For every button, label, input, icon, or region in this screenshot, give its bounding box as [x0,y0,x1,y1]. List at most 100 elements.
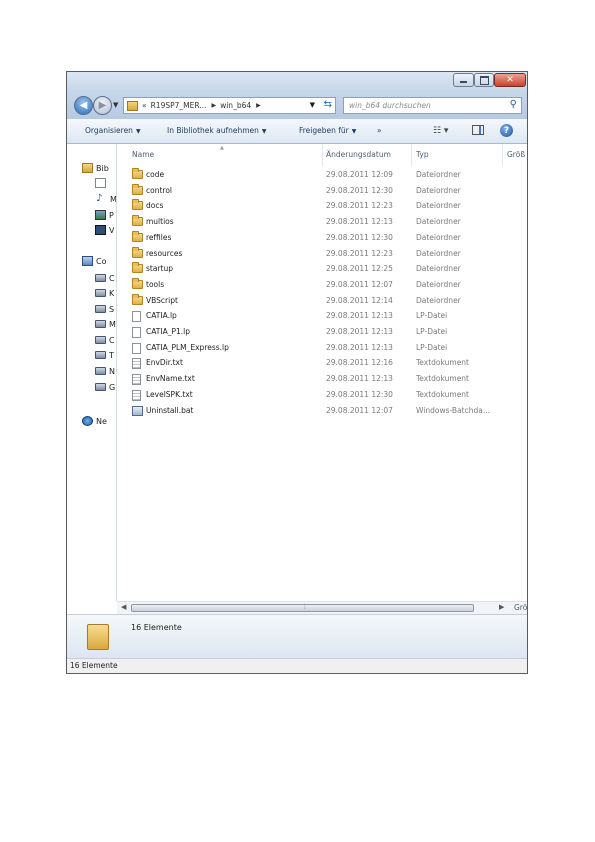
file-name: code [146,170,165,179]
address-bar[interactable]: « R19SP7_MER... ▶ win_b64 ▶ ▼ ⇆ [123,97,336,114]
folder-icon [132,293,143,305]
nav-pane-item[interactable]: G [95,381,115,393]
drive-icon [95,351,106,359]
nav-pane-label: G [109,382,116,392]
file-modified-date: 29.08.2011 12:07 [326,279,393,289]
file-type: Textdokument [416,389,469,399]
file-row[interactable]: control 29.08.2011 12:30 Dateiordner [117,183,527,199]
chevron-right-icon[interactable]: ▶ [211,102,216,109]
more-commands-button[interactable]: » [377,126,382,135]
organize-menu[interactable]: Organisieren ▼ [85,126,141,135]
nav-pane-item[interactable]: C [95,334,115,346]
minimize-button[interactable] [453,73,474,87]
file-type: LP-Datei [416,342,448,352]
nav-pane-item[interactable]: Ne [82,415,107,427]
file-row[interactable]: Uninstall.bat 29.08.2011 12:07 Windows-Bat… [117,404,527,419]
file-row[interactable]: multios 29.08.2011 12:13 Dateiordner [117,215,527,230]
chevron-right-icon[interactable]: ▶ [256,102,261,109]
address-row: ◀ ▶ ▼ « R19SP7_MER... ▶ win_b64 ▶ ▼ ⇆ wi… [67,92,527,119]
nav-pane-item[interactable]: Bib [82,162,109,174]
scroll-left-icon[interactable]: ◀ [121,603,126,611]
nav-pane-label: M [109,319,116,329]
breadcrumb-overflow[interactable]: « [142,101,147,110]
folder-icon [132,215,143,227]
close-button[interactable]: ✕ [494,73,526,87]
file-list: ▲ Name Änderungsdatum Typ Größ code 29.08… [117,144,527,601]
file-row[interactable]: EnvDir.txt 29.08.2011 12:16 Textdokument [117,356,527,371]
file-row[interactable]: LevelSPK.txt 29.08.2011 12:30 Textdokument [117,388,527,403]
search-icon[interactable]: ⚲ [510,99,517,110]
recent-pages-dropdown-icon[interactable]: ▼ [113,101,118,109]
close-icon: ✕ [506,75,514,85]
file-row[interactable]: reffiles 29.08.2011 12:30 Dateiordner [117,230,527,246]
column-divider[interactable] [502,144,503,166]
file-row[interactable]: tools 29.08.2011 12:07 Dateiordner [117,277,527,293]
breadcrumb-item[interactable]: R19SP7_MER... [151,101,207,110]
file-row[interactable]: startup 29.08.2011 12:25 Dateiordner [117,262,527,277]
maximize-button[interactable] [474,73,494,87]
scroll-right-icon[interactable]: ▶ [499,603,504,611]
address-dropdown-icon[interactable]: ▼ [310,101,315,109]
back-button[interactable]: ◀ [74,96,93,115]
details-pane: 16 Elemente [67,614,527,658]
search-input[interactable]: win_b64 durchsuchen ⚲ [343,97,522,114]
file-row[interactable]: CATIA_PLM_Express.lp 29.08.2011 12:13 LP-D… [117,341,527,356]
file-modified-date: 29.08.2011 12:13 [326,342,393,352]
file-row[interactable]: docs 29.08.2011 12:23 Dateiordner [117,199,527,214]
nav-pane-item[interactable]: M [95,318,116,330]
nav-pane-item[interactable]: ♪ M [96,193,116,205]
file-modified-date: 29.08.2011 12:07 [326,405,393,415]
nav-pane-item[interactable]: S [95,303,114,315]
file-name: EnvDir.txt [146,358,183,368]
nav-pane-item[interactable]: N [95,365,115,377]
column-header-name[interactable]: Name [132,150,154,159]
nav-pane-label: C [109,273,115,283]
column-header-size[interactable]: Größ [507,150,525,159]
column-header-date[interactable]: Änderungsdatum [326,150,391,159]
nav-pane-item[interactable]: Co [82,255,106,267]
scrollbar-thumb[interactable]: ⋮ [131,603,474,612]
file-type: Textdokument [416,358,469,368]
help-icon[interactable]: ? [500,124,513,137]
column-divider[interactable] [411,144,412,166]
network-icon [82,416,93,426]
preview-pane-icon[interactable] [472,125,484,135]
nav-pane-item[interactable] [95,177,109,189]
file-modified-date: 29.08.2011 12:30 [326,185,393,195]
sort-indicator-icon: ▲ [220,145,224,151]
file-type: Dateiordner [416,248,461,258]
breadcrumb-item[interactable]: win_b64 [220,101,251,110]
share-menu[interactable]: Freigeben für ▼ [299,126,356,135]
folder-icon [132,230,143,242]
nav-pane-item[interactable]: V [95,224,114,236]
drive-icon [95,305,106,313]
column-header-type[interactable]: Typ [416,150,429,159]
file-row[interactable]: resources 29.08.2011 12:23 Dateiordner [117,246,527,262]
forward-button[interactable]: ▶ [93,96,112,115]
libraries-icon [82,163,93,173]
column-divider[interactable] [322,144,323,166]
file-row[interactable]: EnvName.txt 29.08.2011 12:13 Textdokument [117,372,527,387]
music-icon: ♪ [96,193,103,204]
refresh-icon[interactable]: ⇆ [324,99,332,110]
nav-pane-item[interactable]: C [95,272,115,284]
file-modified-date: 29.08.2011 12:13 [326,311,393,321]
nav-pane-item[interactable]: T [95,349,114,361]
file-row[interactable]: CATIA_P1.lp 29.08.2011 12:13 LP-Datei [117,325,527,340]
file-row[interactable]: VBScript 29.08.2011 12:14 Dateiordner [117,293,527,309]
nav-pane-item[interactable]: P [95,209,114,221]
file-type: Dateiordner [416,279,461,289]
drive-icon [95,383,106,391]
file-modified-date: 29.08.2011 12:30 [326,232,393,242]
file-type: Dateiordner [416,264,461,274]
nav-pane-item[interactable]: K [95,287,114,299]
file-row[interactable]: code 29.08.2011 12:09 Dateiordner [117,168,527,183]
file-row[interactable]: CATIA.lp 29.08.2011 12:13 LP-Datei [117,309,527,324]
minimize-icon [460,81,467,83]
videos-icon [95,225,106,235]
file-name: reffiles [146,232,172,242]
folder-icon [132,277,143,289]
horizontal-scrollbar[interactable]: ◀ ⋮ ▶ Größ [117,601,527,614]
view-options-icon[interactable]: ☷ ▾ [433,126,448,136]
include-library-menu[interactable]: In Bibliothek aufnehmen ▼ [167,126,267,135]
